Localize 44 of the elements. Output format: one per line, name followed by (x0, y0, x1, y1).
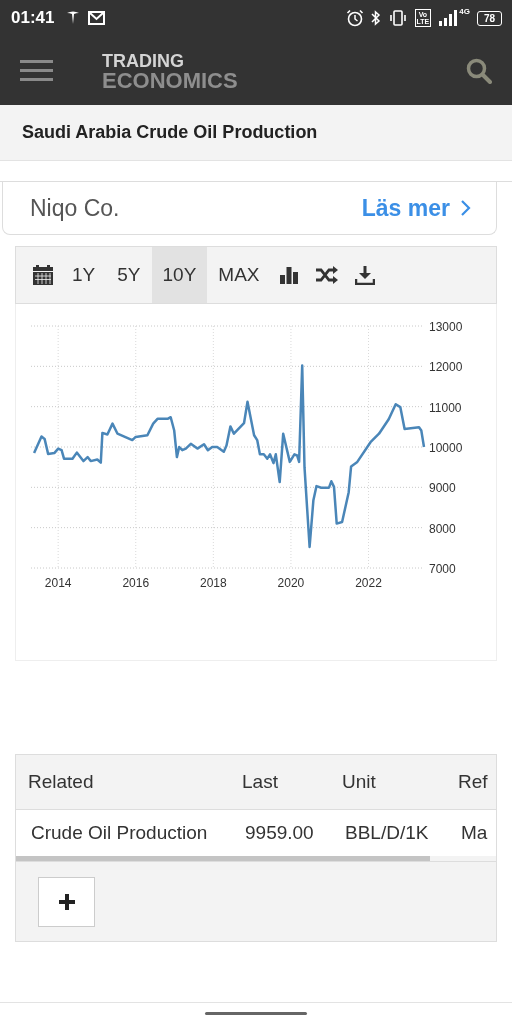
bluetooth-icon (370, 10, 381, 26)
vibrate-icon (387, 10, 408, 26)
y-axis-label: 10000 (429, 441, 463, 455)
search-icon[interactable] (466, 57, 492, 84)
mail-icon (88, 11, 106, 25)
logo-text[interactable]: ECONOMICS (102, 70, 238, 91)
signal-icon (438, 10, 459, 26)
table-cell-text: Ma (460, 822, 489, 844)
column-header: Ref (457, 771, 489, 793)
battery-indicator: 78 (476, 10, 502, 26)
column-header: Unit (341, 771, 377, 793)
status-time: 01:41 (11, 8, 55, 28)
y-axis-label: 13000 (429, 320, 463, 334)
x-axis-label: 2016 (122, 576, 150, 590)
x-axis-label: 2018 (200, 576, 227, 590)
y-axis-label: 7000 (429, 562, 456, 576)
table-cell-text: BBL/D/1K (344, 822, 430, 844)
alarm-icon (345, 9, 364, 27)
shuffle-icon[interactable] (314, 265, 339, 285)
scroll-bar[interactable] (16, 856, 430, 861)
y-axis-label: 11000 (429, 400, 462, 415)
chevron-right-icon[interactable] (460, 199, 472, 217)
x-axis-label: 2020 (277, 576, 305, 590)
x-axis-label: 2014 (44, 576, 72, 590)
plus-icon (57, 893, 76, 911)
network-type: 4G (459, 7, 470, 16)
page-title: Saudi Arabia Crude Oil Production (22, 122, 318, 143)
y-axis-label: 12000 (429, 360, 463, 375)
column-header: Last (241, 771, 279, 793)
y-axis-label: 9000 (429, 481, 456, 496)
y-axis-label: 8000 (429, 521, 456, 536)
bar-chart-icon[interactable] (278, 265, 299, 285)
advertiser-name: Niqo Co. (30, 194, 120, 222)
x-axis-label: 2022 (355, 576, 382, 590)
calendar-icon[interactable] (33, 265, 53, 285)
download-icon[interactable] (354, 265, 375, 285)
table-cell-text: Crude Oil Production (30, 822, 209, 844)
add-button[interactable] (38, 877, 95, 927)
logo-text[interactable]: TRADING (102, 50, 238, 71)
column-header: Related (27, 771, 95, 793)
range-tab[interactable]: 10Y (151, 247, 208, 303)
menu-icon[interactable] (20, 60, 53, 81)
ad-card[interactable]: Niqo Co. Läs mer (2, 182, 497, 235)
table-cell-text: 9959.00 (244, 822, 315, 844)
